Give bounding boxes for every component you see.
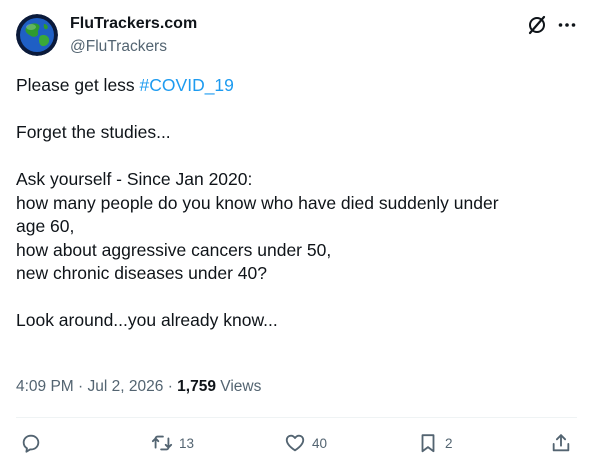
bookmark-icon <box>421 434 435 453</box>
tweet-line: new chronic diseases under 40? <box>16 263 267 283</box>
share-button[interactable] <box>550 428 572 458</box>
tweet-line: how about aggressive cancers under 50, <box>16 239 332 260</box>
tweet-time[interactable]: 4:09 PM <box>16 378 74 395</box>
heart-icon <box>285 434 305 452</box>
tweet-line: Forget the studies... <box>16 122 171 142</box>
tweet-line: Please get less #COVID_19 <box>16 74 576 98</box>
retweet-count: 13 <box>179 435 195 451</box>
views-count[interactable]: 1,759 <box>177 378 216 395</box>
tweet-date[interactable]: Jul 2, 2026 <box>88 378 164 395</box>
author-handle[interactable]: @FluTrackers <box>70 38 167 56</box>
hashtag-link[interactable]: #COVID_19 <box>140 75 234 95</box>
tweet-meta: 4:09 PM · Jul 2, 2026 · 1,759 Views <box>16 378 261 396</box>
author-name[interactable]: FluTrackers.com <box>70 15 197 33</box>
reply-button[interactable] <box>20 428 42 458</box>
globe-icon <box>16 14 58 56</box>
tweet-line: Ask yourself - Since Jan 2020: <box>16 169 253 189</box>
more-icon[interactable] <box>556 14 578 36</box>
tweet-line: age 60, <box>16 216 75 236</box>
tweet-card: FluTrackers.com @FluTrackers Please get … <box>0 0 593 470</box>
retweet-button[interactable]: 13 <box>151 428 194 458</box>
retweet-icon <box>151 435 173 451</box>
reply-icon <box>22 434 40 453</box>
tweet-text-prefix: Please get less <box>16 75 140 95</box>
share-icon <box>552 434 570 452</box>
action-bar: 13 40 2 <box>0 428 593 458</box>
views-label: Views <box>220 378 262 395</box>
divider <box>16 417 577 418</box>
meta-separator: · <box>78 378 84 395</box>
tweet-line: Look around...you already know... <box>16 310 278 330</box>
bookmark-count: 2 <box>445 435 453 451</box>
like-button[interactable]: 40 <box>284 428 327 458</box>
tweet-text: Please get less #COVID_19 Forget the stu… <box>16 74 576 333</box>
avatar[interactable] <box>16 14 58 56</box>
grok-icon[interactable] <box>526 14 548 36</box>
tweet-line: how many people do you know who have die… <box>16 192 499 213</box>
like-count: 40 <box>312 435 328 451</box>
bookmark-button[interactable]: 2 <box>417 428 453 458</box>
meta-separator: · <box>167 378 173 395</box>
